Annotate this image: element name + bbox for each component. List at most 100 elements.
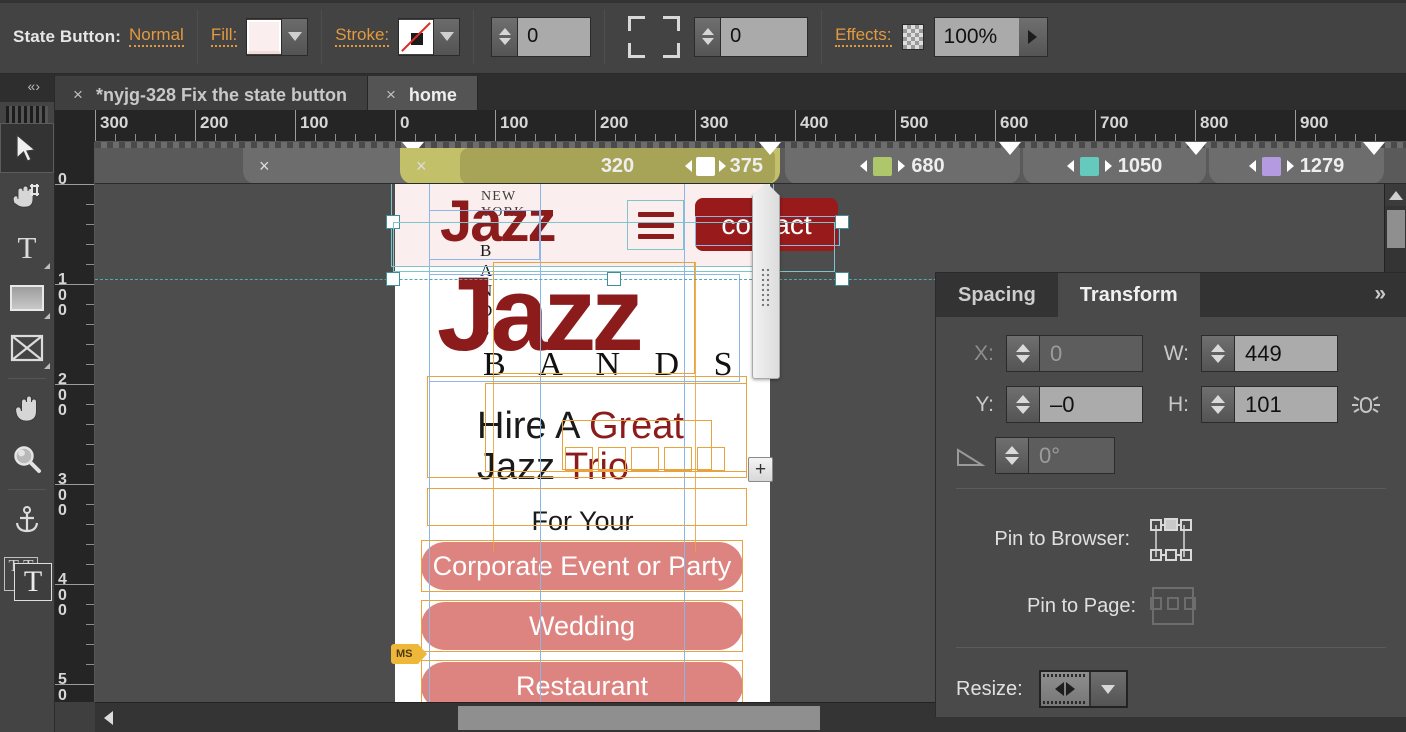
selection-handle-tr[interactable] bbox=[835, 215, 849, 229]
tool-anchor[interactable] bbox=[0, 495, 54, 545]
horizontal-scroll-thumb[interactable] bbox=[458, 706, 820, 730]
tool-image-frame[interactable] bbox=[0, 323, 54, 373]
opacity-slider-button[interactable] bbox=[1018, 17, 1047, 56]
corner-radius-input[interactable]: 0 bbox=[721, 17, 808, 56]
tab-spacing[interactable]: Spacing bbox=[936, 273, 1058, 317]
cursor-arrow-icon bbox=[16, 133, 37, 162]
breakpoint-item[interactable]: × bbox=[243, 142, 424, 183]
transparency-checker-icon[interactable] bbox=[901, 23, 924, 50]
fill-swatch-control[interactable] bbox=[246, 17, 309, 56]
h-stepper[interactable]: 101 bbox=[1201, 386, 1338, 423]
breakpoint-color-swatch[interactable] bbox=[1079, 156, 1099, 176]
close-icon[interactable]: × bbox=[259, 156, 270, 177]
constrain-proportions-icon[interactable] bbox=[1346, 385, 1386, 425]
resize-dropdown-button[interactable] bbox=[1088, 672, 1126, 706]
opacity-control[interactable]: 100% bbox=[933, 16, 1048, 57]
toolbar-divider bbox=[8, 378, 46, 379]
w-spin-buttons[interactable] bbox=[1202, 336, 1235, 371]
y-input[interactable]: –0 bbox=[1040, 387, 1142, 422]
arrow-right-icon[interactable] bbox=[718, 160, 726, 172]
opacity-value[interactable]: 100% bbox=[934, 17, 1019, 56]
y-spin-buttons[interactable] bbox=[1007, 387, 1040, 422]
tool-selection[interactable] bbox=[0, 123, 54, 173]
magnifier-icon bbox=[14, 446, 41, 473]
angle-input: 0° bbox=[1029, 438, 1114, 473]
scroll-left-button[interactable] bbox=[95, 703, 121, 732]
tool-zoom[interactable] bbox=[0, 434, 54, 484]
effects-label[interactable]: Effects: bbox=[835, 26, 892, 47]
breakpoint-item-1050[interactable]: 1050 bbox=[1023, 142, 1207, 183]
state-button-value[interactable]: Normal bbox=[129, 26, 184, 47]
breakpoint-item-1279[interactable]: 1279 bbox=[1209, 142, 1385, 183]
tool-flyout-icon[interactable] bbox=[44, 363, 50, 369]
stroke-width-spin-buttons[interactable] bbox=[492, 17, 519, 56]
h-spin-buttons[interactable] bbox=[1202, 387, 1235, 422]
tool-flyout-icon[interactable] bbox=[44, 263, 50, 269]
arrow-right-icon[interactable] bbox=[1104, 160, 1112, 172]
resize-stretch-icon[interactable] bbox=[1040, 672, 1089, 706]
tab-transform[interactable]: Transform bbox=[1057, 273, 1200, 317]
fill-color-swatch[interactable] bbox=[247, 19, 282, 54]
arrow-left-icon[interactable] bbox=[1066, 160, 1074, 172]
stroke-dropdown-button[interactable] bbox=[433, 18, 460, 55]
vertical-ruler[interactable]: 0 100 200 300 400 500 bbox=[55, 142, 95, 702]
tools-panel-grip[interactable] bbox=[6, 106, 48, 123]
selection-handle-br[interactable] bbox=[835, 272, 849, 286]
breakpoint-color-swatch[interactable] bbox=[873, 156, 893, 176]
close-icon[interactable]: × bbox=[73, 85, 83, 105]
stroke-swatch-control[interactable] bbox=[398, 17, 461, 56]
y-stepper[interactable]: –0 bbox=[1006, 386, 1143, 423]
breakpoint-color-swatch[interactable] bbox=[1261, 156, 1281, 176]
breakpoint-value-label: 680 bbox=[911, 154, 945, 177]
y-label: Y: bbox=[975, 392, 994, 416]
stroke-label[interactable]: Stroke: bbox=[335, 26, 390, 47]
fill-dropdown-button[interactable] bbox=[281, 18, 308, 55]
breakpoint-value-label: 1050 bbox=[1117, 154, 1163, 177]
resize-mode-control[interactable] bbox=[1038, 670, 1128, 708]
master-page-tag[interactable]: MS bbox=[391, 644, 426, 664]
corner-radius-stepper[interactable]: 0 bbox=[694, 16, 809, 57]
stroke-width-input[interactable]: 0 bbox=[518, 17, 591, 56]
selection-handle-bm[interactable] bbox=[607, 272, 621, 286]
stroke-none-swatch[interactable] bbox=[399, 19, 434, 54]
breakpoint-color-swatch[interactable] bbox=[695, 156, 715, 176]
tools-panel-header[interactable]: «› bbox=[0, 74, 54, 102]
close-icon[interactable]: × bbox=[386, 85, 396, 105]
breakpoint-item-680[interactable]: 680 bbox=[785, 142, 1021, 183]
tool-rectangle[interactable] bbox=[0, 273, 54, 323]
scroll-up-button[interactable] bbox=[1385, 184, 1406, 206]
breakpoint-item-320[interactable]: × 320 375 bbox=[400, 142, 781, 183]
pin-to-browser-icon[interactable] bbox=[1144, 513, 1196, 565]
ruler-label: 500 bbox=[900, 113, 929, 132]
tool-flyout-icon[interactable] bbox=[44, 313, 50, 319]
tab-nyjg-328[interactable]: × *nyjg-328 Fix the state button bbox=[55, 76, 368, 114]
tool-crop[interactable] bbox=[0, 173, 54, 223]
collapse-chevron-icon[interactable]: «› bbox=[28, 79, 40, 93]
arrow-down-icon bbox=[1016, 406, 1030, 414]
w-label: W: bbox=[1163, 341, 1189, 365]
horizontal-ruler[interactable]: 300 200 100 0 100 200 300 400 500 600 70… bbox=[95, 110, 1406, 142]
arrow-right-icon[interactable] bbox=[1286, 160, 1294, 172]
arrow-right-icon[interactable] bbox=[898, 160, 906, 172]
panel-expand-chevron-icon[interactable]: » bbox=[1374, 282, 1386, 306]
arrow-left-icon[interactable] bbox=[684, 160, 692, 172]
tool-type[interactable]: T TT T bbox=[0, 545, 54, 607]
fill-label[interactable]: Fill: bbox=[210, 26, 238, 47]
stroke-width-stepper[interactable]: 0 bbox=[491, 16, 592, 57]
resize-drag-handle[interactable] bbox=[752, 194, 780, 379]
w-stepper[interactable]: 449 bbox=[1201, 335, 1338, 372]
arrow-left-icon[interactable] bbox=[1248, 160, 1256, 172]
tool-text[interactable]: T bbox=[0, 223, 54, 273]
vertical-scroll-thumb[interactable] bbox=[1387, 210, 1405, 248]
add-item-button[interactable]: + bbox=[748, 457, 773, 482]
close-icon[interactable]: × bbox=[416, 156, 427, 177]
tool-hand[interactable] bbox=[0, 384, 54, 434]
arrow-left-icon[interactable] bbox=[860, 160, 868, 172]
w-input[interactable]: 449 bbox=[1235, 336, 1337, 371]
ruler-label: 300 bbox=[700, 113, 729, 132]
corner-radius-spin-buttons[interactable] bbox=[695, 17, 722, 56]
h-input[interactable]: 101 bbox=[1235, 387, 1337, 422]
selection-handle-bl[interactable] bbox=[386, 272, 400, 286]
angle-stepper: 0° bbox=[995, 437, 1115, 474]
tab-home[interactable]: × home bbox=[367, 76, 478, 114]
